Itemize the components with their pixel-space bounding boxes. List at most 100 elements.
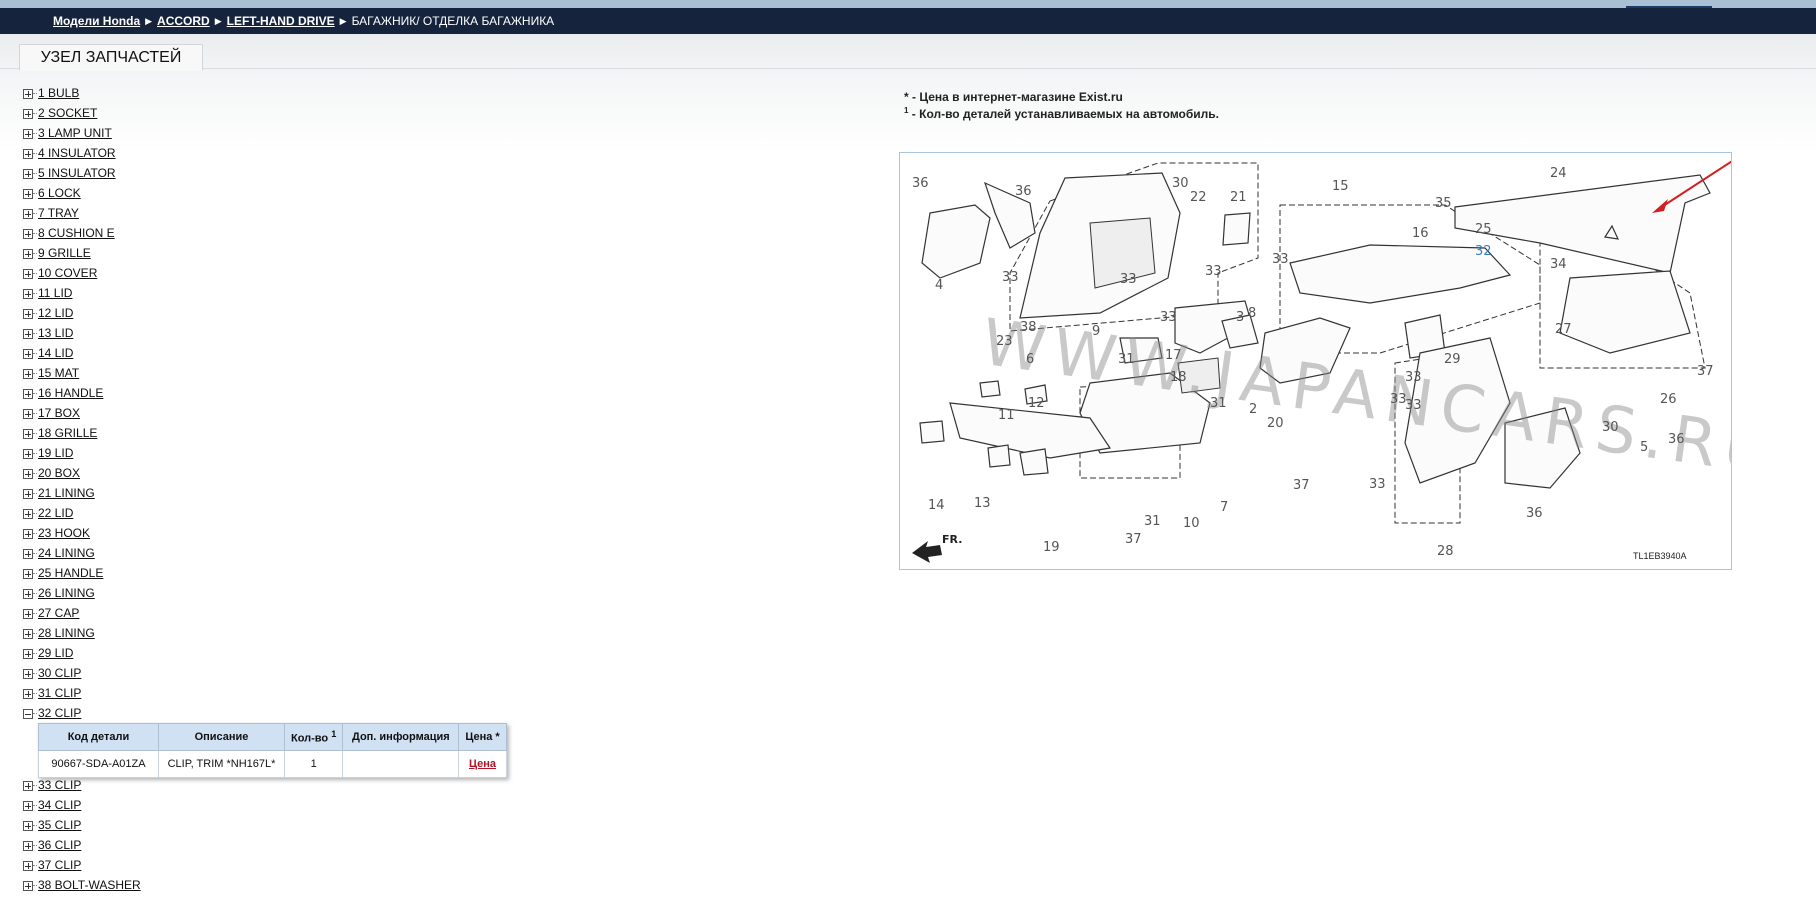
callout-number[interactable]: 29: [1444, 352, 1461, 367]
callout-number[interactable]: 34: [1550, 257, 1567, 272]
expand-icon[interactable]: [23, 609, 33, 619]
callout-number[interactable]: 26: [1660, 392, 1677, 407]
expand-icon[interactable]: [23, 89, 33, 99]
callout-number[interactable]: 36: [1015, 184, 1032, 199]
expand-icon[interactable]: [23, 229, 33, 239]
tree-item-link[interactable]: 36 CLIP: [38, 838, 81, 852]
callout-number[interactable]: 23: [996, 334, 1013, 349]
tree-item-link[interactable]: 31 CLIP: [38, 686, 81, 700]
tree-item-link[interactable]: 1 BULB: [38, 86, 79, 100]
expand-icon[interactable]: [23, 149, 33, 159]
tree-item-link[interactable]: 33 CLIP: [38, 778, 81, 792]
tree-item-link[interactable]: 37 CLIP: [38, 858, 81, 872]
price-link[interactable]: Цена: [469, 758, 496, 770]
tree-item-link[interactable]: 10 COVER: [38, 266, 97, 280]
tree-item-link[interactable]: 14 LID: [38, 346, 73, 360]
callout-number[interactable]: 36: [1668, 432, 1685, 447]
callout-number[interactable]: 6: [1026, 352, 1034, 367]
expand-icon[interactable]: [23, 821, 33, 831]
tree-item-link[interactable]: 34 CLIP: [38, 798, 81, 812]
callout-number[interactable]: 14: [928, 498, 945, 513]
callout-number[interactable]: 33: [1390, 392, 1407, 407]
tree-item-link[interactable]: 21 LINING: [38, 486, 95, 500]
expand-icon[interactable]: [23, 881, 33, 891]
callout-number[interactable]: 33: [1405, 398, 1422, 413]
callout-number[interactable]: 30: [1172, 176, 1189, 191]
callout-number[interactable]: 38: [1020, 320, 1037, 335]
callout-number[interactable]: 37: [1293, 478, 1310, 493]
expand-icon[interactable]: [23, 369, 33, 379]
callout-number[interactable]: 9: [1092, 324, 1100, 339]
expand-icon[interactable]: [23, 129, 33, 139]
callout-number[interactable]: 19: [1043, 540, 1060, 555]
part-lid-19[interactable]: [1019, 448, 1049, 476]
tree-item-link[interactable]: 6 LOCK: [38, 186, 81, 200]
expand-icon[interactable]: [23, 309, 33, 319]
expand-icon[interactable]: [23, 549, 33, 559]
callout-number[interactable]: 37: [1697, 364, 1714, 379]
callout-number[interactable]: 33: [1205, 264, 1222, 279]
expand-icon[interactable]: [23, 269, 33, 279]
tree-item-link[interactable]: 11 LID: [38, 286, 72, 300]
callout-highlighted[interactable]: 32: [1475, 244, 1492, 259]
expand-icon[interactable]: [23, 169, 33, 179]
breadcrumb-link-honda-models[interactable]: Модели Honda: [53, 14, 140, 28]
expand-icon[interactable]: [23, 861, 33, 871]
tree-item-link[interactable]: 30 CLIP: [38, 666, 81, 680]
breadcrumb-link-left-hand-drive[interactable]: LEFT-HAND DRIVE: [227, 14, 335, 28]
tree-item-link[interactable]: 28 LINING: [38, 626, 95, 640]
expand-icon[interactable]: [23, 841, 33, 851]
part-insulator-4[interactable]: [921, 204, 991, 279]
callout-number[interactable]: 35: [1435, 196, 1452, 211]
expand-icon[interactable]: [23, 109, 33, 119]
tree-item-link[interactable]: 25 HANDLE: [38, 566, 103, 580]
callout-number[interactable]: 37: [1125, 532, 1142, 547]
tree-item-link[interactable]: 15 MAT: [38, 366, 79, 380]
expand-icon[interactable]: [23, 209, 33, 219]
tree-item-link[interactable]: 4 INSULATOR: [38, 146, 116, 160]
part-lining-26[interactable]: [1559, 270, 1691, 354]
expand-icon[interactable]: [23, 289, 33, 299]
callout-number[interactable]: 31: [1118, 352, 1135, 367]
tree-item-link[interactable]: 29 LID: [38, 646, 73, 660]
expand-icon[interactable]: [23, 629, 33, 639]
callout-number[interactable]: 33: [1272, 252, 1289, 267]
expand-icon[interactable]: [23, 801, 33, 811]
expand-icon[interactable]: [23, 669, 33, 679]
callout-number[interactable]: 5: [1640, 440, 1648, 455]
callout-number[interactable]: 27: [1555, 322, 1572, 337]
expand-icon[interactable]: [23, 449, 33, 459]
tree-item-link[interactable]: 26 LINING: [38, 586, 95, 600]
tree-item-link[interactable]: 12 LID: [38, 306, 73, 320]
tree-item-link[interactable]: 13 LID: [38, 326, 73, 340]
callout-number[interactable]: 33: [1369, 477, 1386, 492]
expand-icon[interactable]: [23, 189, 33, 199]
expand-icon[interactable]: [23, 349, 33, 359]
tree-item-link[interactable]: 23 HOOK: [38, 526, 90, 540]
callout-number[interactable]: 4: [935, 278, 943, 293]
callout-number[interactable]: 16: [1412, 226, 1429, 241]
expand-icon[interactable]: [23, 469, 33, 479]
callout-number[interactable]: 30: [1602, 420, 1619, 435]
part-lid-22[interactable]: [1222, 212, 1251, 246]
expand-icon[interactable]: [23, 429, 33, 439]
expand-icon[interactable]: [23, 409, 33, 419]
expand-icon[interactable]: [23, 529, 33, 539]
tree-item-link[interactable]: 18 GRILLE: [38, 426, 97, 440]
tree-item-link[interactable]: 38 BOLT-WASHER: [38, 878, 141, 892]
tree-item-link[interactable]: 35 CLIP: [38, 818, 81, 832]
callout-number[interactable]: 28: [1437, 544, 1454, 559]
callout-number[interactable]: 25: [1475, 222, 1492, 237]
part-lid-11[interactable]: [979, 380, 1001, 398]
callout-number[interactable]: 11: [998, 408, 1015, 423]
callout-number[interactable]: 31: [1144, 514, 1161, 529]
breadcrumb-link-accord[interactable]: ACCORD: [157, 14, 210, 28]
tree-item-link[interactable]: 19 LID: [38, 446, 73, 460]
callout-number[interactable]: 33: [1002, 270, 1019, 285]
callout-number[interactable]: 3: [1236, 310, 1244, 325]
callout-number[interactable]: 31: [1210, 396, 1227, 411]
expand-icon[interactable]: [23, 489, 33, 499]
tree-item-link[interactable]: 20 BOX: [38, 466, 80, 480]
expand-icon[interactable]: [23, 649, 33, 659]
tab-parts-assembly[interactable]: УЗЕЛ ЗАПЧАСТЕЙ: [19, 44, 203, 71]
